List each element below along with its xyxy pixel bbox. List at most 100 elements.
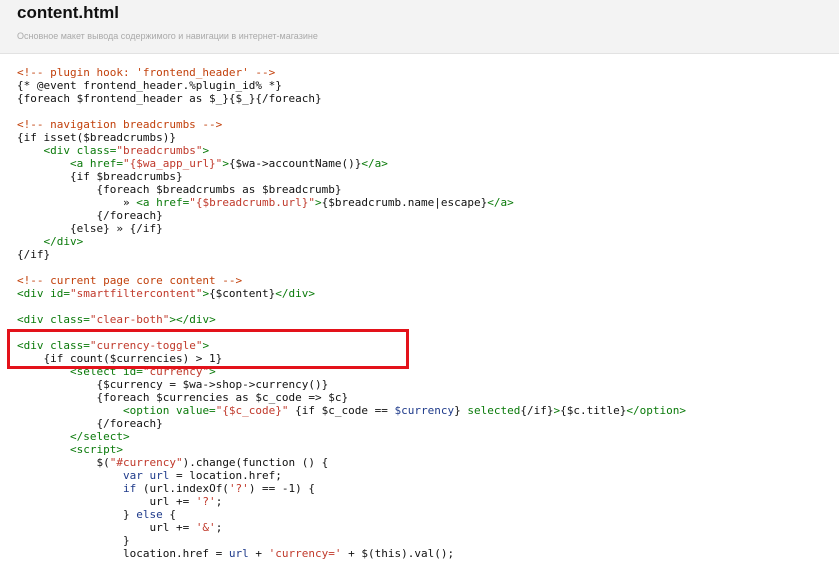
code-line: <option value="{$c_code}" {if $c_code ==…	[17, 404, 686, 417]
code-token-plain: }	[454, 404, 468, 417]
code-line: <!-- plugin hook: 'frontend_header' -->	[17, 66, 686, 79]
code-token-plain: {/if}	[520, 404, 554, 417]
code-token-var: var url	[122, 469, 170, 482]
code-token-var: $currency	[394, 404, 455, 417]
code-token-plain: }	[17, 534, 130, 547]
code-editor[interactable]: <!-- plugin hook: 'frontend_header' -->{…	[0, 54, 839, 561]
code-token-tag: <div class=	[17, 339, 90, 352]
code-token-plain: (url.indexOf(	[136, 482, 229, 495]
code-token-plain: }	[17, 508, 137, 521]
code-line: » <a href="{$breadcrumb.url}">{$breadcru…	[17, 196, 686, 209]
code-line: <div class="breadcrumbs">	[17, 144, 686, 157]
code-line: url += '&';	[17, 521, 686, 534]
code-token-plain: {foreach $currencies as $c_code => $c}	[17, 391, 349, 404]
code-line: <div class="clear-both"></div>	[17, 313, 686, 326]
code-token-string: "{$breadcrumb.url}"	[189, 196, 316, 209]
code-token-plain: {foreach $frontend_header as $_}{$_}{/fo…	[17, 92, 322, 105]
code-line: {else} » {/if}	[17, 222, 686, 235]
code-token-tag: </div>	[275, 287, 316, 300]
code-token-tag: <select id=	[69, 365, 143, 378]
code-line: location.href = url + 'currency=' + $(th…	[17, 547, 686, 560]
code-line: {if isset($breadcrumbs)}	[17, 131, 686, 144]
code-token-tag: </a>	[361, 157, 388, 170]
code-token-plain: {$c.title}	[560, 404, 627, 417]
code-token-tag: </a>	[487, 196, 514, 209]
code-line: {if $breadcrumbs}	[17, 170, 686, 183]
code-token-plain: {/if}	[17, 248, 51, 261]
code-token-plain: {foreach $breadcrumbs as $breadcrumb}	[17, 183, 342, 196]
code-token-string: "breadcrumbs"	[116, 144, 203, 157]
code-line: <script>	[17, 443, 686, 456]
code-line: <div id="smartfiltercontent">{$content}<…	[17, 287, 686, 300]
code-token-string: "{$c_code}"	[215, 404, 289, 417]
code-token-tag: selected	[467, 404, 521, 417]
code-token-tag: >	[209, 365, 216, 378]
code-token-tag: <div class=	[17, 313, 90, 326]
code-token-plain: {else} » {/if}	[17, 222, 163, 235]
code-token-plain: = location.href;	[169, 469, 282, 482]
code-line: {$currency = $wa->shop->currency()}	[17, 378, 686, 391]
code-token-tag: </div>	[43, 235, 84, 248]
code-token-plain: {/foreach}	[17, 209, 163, 222]
code-token-plain: ;	[215, 495, 223, 508]
code-line: }	[17, 534, 686, 547]
code-token-string: '&'	[195, 521, 216, 534]
code-token-tag: >	[315, 196, 322, 209]
code-token-comment: <!-- current page core content -->	[17, 274, 243, 287]
code-token-comment: <!-- navigation breadcrumbs -->	[17, 118, 223, 131]
code-token-tag: <a href=	[69, 157, 123, 170]
code-token-tag: ></div>	[169, 313, 216, 326]
code-token-plain: {$content}	[209, 287, 276, 300]
code-token-tag: </select>	[69, 430, 130, 443]
code-token-plain: location.href =	[17, 547, 229, 560]
code-line: {foreach $frontend_header as $_}{$_}{/fo…	[17, 92, 686, 105]
code-line: {foreach $currencies as $c_code => $c}	[17, 391, 686, 404]
code-line: {* @event frontend_header.%plugin_id% *}	[17, 79, 686, 92]
code-token-var: else	[136, 508, 163, 521]
file-description: Основное макет вывода содержимого и нави…	[17, 31, 318, 41]
code-token-string: "clear-both"	[89, 313, 170, 326]
code-token-plain: {if count($currencies) > 1}	[17, 352, 223, 365]
code-line: var url = location.href;	[17, 469, 686, 482]
code-line: <!-- navigation breadcrumbs -->	[17, 118, 686, 131]
code-token-tag: <a href=	[136, 196, 190, 209]
code-token-plain: url +=	[17, 495, 196, 508]
code-token-plain: url +=	[17, 521, 196, 534]
code-line: <div class="currency-toggle">	[17, 339, 686, 352]
code-token-comment: <!-- plugin hook: 'frontend_header' -->	[17, 66, 276, 79]
code-token-tag: >	[222, 157, 229, 170]
code-token-string: "currency"	[142, 365, 210, 378]
code-token-string: 'currency='	[268, 547, 342, 560]
code-token-string: "{$wa_app_url}"	[122, 157, 223, 170]
code-lines: <!-- plugin hook: 'frontend_header' -->{…	[17, 66, 686, 560]
code-token-plain: + $(this).val();	[341, 547, 455, 560]
code-token-plain: {if isset($breadcrumbs)}	[17, 131, 176, 144]
code-token-plain: »	[17, 196, 137, 209]
code-line: {if count($currencies) > 1}	[17, 352, 686, 365]
code-token-plain: {$currency = $wa->shop->currency()}	[17, 378, 329, 391]
code-line: $("#currency").change(function () {	[17, 456, 686, 469]
code-token-plain: {if $breadcrumbs}	[17, 170, 183, 183]
code-token-tag: </option>	[626, 404, 686, 417]
code-token-tag: <script>	[69, 443, 123, 456]
code-line: } else {	[17, 508, 686, 521]
code-token-plain: {$breadcrumb.name|escape}	[321, 196, 488, 209]
code-token-tag: <option value=	[122, 404, 216, 417]
code-line: <!-- current page core content -->	[17, 274, 686, 287]
code-line: </select>	[17, 430, 686, 443]
code-token-tag: <div id=	[17, 287, 70, 300]
code-line: </div>	[17, 235, 686, 248]
code-token-tag: >	[202, 339, 210, 352]
code-token-plain: +	[248, 547, 269, 560]
code-token-plain: {* @event frontend_header.%plugin_id% *}	[17, 79, 282, 92]
code-line: <a href="{$wa_app_url}">{$wa->accountNam…	[17, 157, 686, 170]
